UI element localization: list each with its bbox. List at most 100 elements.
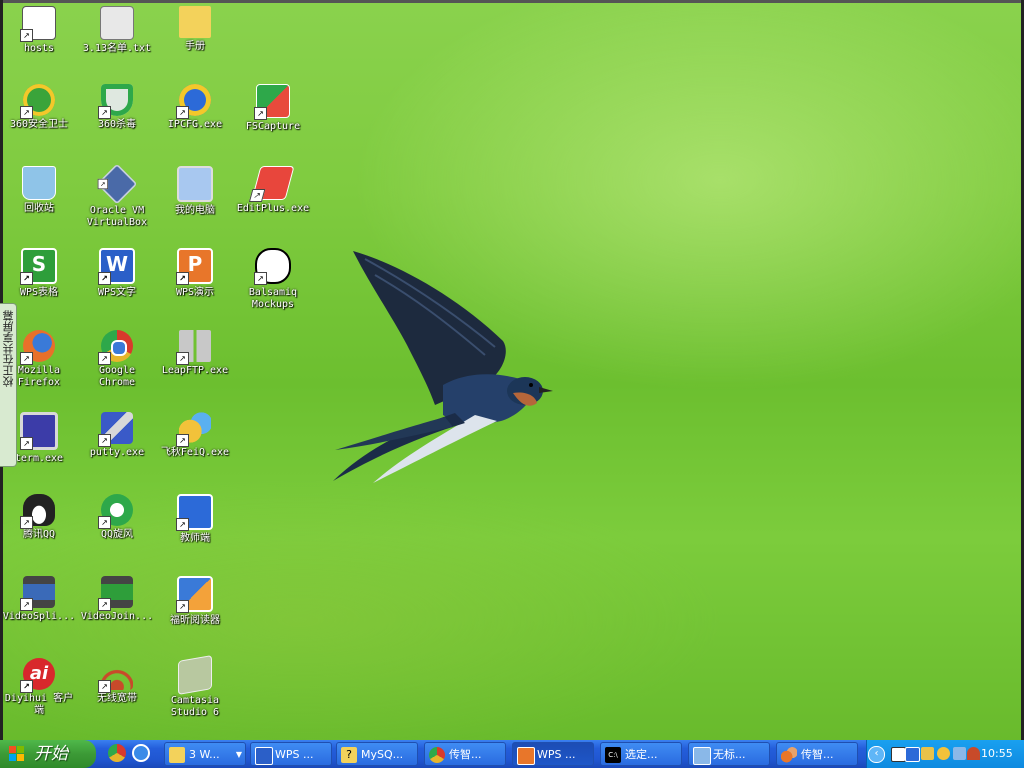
qq-whirlwind-icon: ↗: [98, 494, 133, 529]
desktop-icon-my-computer[interactable]: 我的电脑: [156, 166, 234, 217]
videojoiner-icon: ↗: [98, 576, 133, 611]
desktop-icon-qq-whirlwind[interactable]: ↗ QQ旋风: [78, 494, 156, 541]
360-antivirus-icon: ↗: [98, 84, 133, 119]
taskbar-item-label: 选定...: [625, 748, 658, 761]
desktop-icon-label: 飞秋FeiQ.exe: [160, 447, 230, 458]
camtasia-icon: [178, 655, 212, 695]
wps-spreadsheet-icon: S ↗: [20, 248, 57, 285]
desktop-icon-3-13-list[interactable]: 3.13名单.txt: [78, 6, 156, 55]
taskbar-item-label: WPS ...: [275, 748, 314, 761]
desktop-icon-virtualbox[interactable]: ↗ Oracle VM VirtualBox: [78, 163, 156, 229]
desktop-icon-recycle-bin[interactable]: 回收站: [0, 166, 78, 215]
desktop-icon-putty[interactable]: ↗ putty.exe: [78, 412, 156, 459]
screen-share-tab[interactable]: 校正在共享屏幕: [0, 303, 17, 467]
desktop-icon-label: WPS表格: [19, 287, 59, 298]
feiq-icon: ↗: [176, 412, 211, 447]
desktop-icon-label: WPS文字: [97, 287, 137, 298]
desktop-icon-360-safe[interactable]: ↗ 360安全卫士: [0, 84, 78, 131]
desktop-icon-hosts[interactable]: ↗ hosts: [0, 6, 78, 55]
my-computer-icon: [177, 166, 213, 202]
desktop-icon-label: 回收站: [24, 203, 54, 214]
desktop-icon-wireless-broadband[interactable]: ↗ 无线宽带: [78, 658, 156, 705]
desktop-icon-videosplitter[interactable]: ↗ VideoSpli...: [0, 576, 78, 623]
desktop-icon-camtasia[interactable]: Camtasia Studio 6: [156, 655, 234, 719]
desktop-icon-fscapture[interactable]: ↗ FSCapture: [234, 84, 312, 133]
desktop-icon-wps-writer[interactable]: W ↗ WPS文字: [78, 248, 156, 299]
desktop-icon-label: VideoJoin...: [80, 611, 154, 622]
quicklaunch-ie-icon[interactable]: [132, 744, 150, 762]
desktop-icon-teacher-client[interactable]: ↗ 教师端: [156, 494, 234, 545]
balsamiq-icon: ↗: [254, 248, 291, 285]
desktop-icon-label: QQ旋风: [100, 529, 134, 540]
desktop-icon-label: 手册: [185, 41, 205, 52]
chevron-down-icon: ▼: [235, 750, 242, 759]
folder-icon: [169, 747, 185, 763]
taskbar-item-wps-presentation[interactable]: WPS ...: [512, 742, 594, 766]
wps-presentation-icon: P ↗: [176, 248, 213, 285]
taskbar-item-wps-writer[interactable]: WPS ...: [250, 742, 332, 766]
taskbar-item-label: MySQ...: [361, 748, 404, 761]
tray-film-icon[interactable]: [891, 747, 906, 762]
taskbar-item-explorer[interactable]: 3 W... ▼: [164, 742, 246, 766]
taskbar-item-notepad[interactable]: 无标...: [688, 742, 770, 766]
firefox-icon: ↗: [20, 330, 55, 365]
taskbar-clock[interactable]: 10:55: [981, 740, 1013, 768]
wireless-broadband-icon: ↗: [98, 658, 133, 693]
virtualbox-icon: ↗: [96, 163, 138, 205]
desktop-icon-label: 教师端: [180, 533, 210, 544]
desktop-icon-label: Google Chrome: [98, 365, 136, 388]
desktop-icon-foxit-reader[interactable]: ↗ 福昕阅读器: [156, 576, 234, 627]
desktop-icon-label: 我的电脑: [175, 205, 215, 216]
desktop-icon-label: 3.13名单.txt: [82, 43, 152, 54]
window-top-border: [0, 0, 1024, 3]
tray-keyboard-icon[interactable]: [921, 747, 934, 760]
tray-teacher-icon[interactable]: [905, 747, 920, 762]
taskbar-item-chrome[interactable]: 传智...: [424, 742, 506, 766]
desktop-icon-feiq[interactable]: ↗ 飞秋FeiQ.exe: [156, 412, 234, 459]
tray-feiq-icon[interactable]: [937, 747, 950, 760]
desktop-icon-label: Camtasia Studio 6: [170, 695, 220, 718]
desktop-icon-label: IPCFG.exe: [167, 119, 223, 130]
taskbar-item-label: WPS ...: [537, 748, 576, 761]
desktop-icon-diyihui[interactable]: ai ↗ Diyihui 客户 端: [0, 658, 78, 717]
taskbar-item-cmd[interactable]: C:\ 选定...: [600, 742, 682, 766]
desktop-icon-leapftp[interactable]: ↗ LeapFTP.exe: [156, 330, 234, 377]
foxit-reader-icon: ↗: [176, 576, 213, 613]
quicklaunch-chrome-icon[interactable]: [108, 744, 126, 762]
desktop-icon-label: 360安全卫士: [9, 119, 69, 130]
desktop-icon-label: LeapFTP.exe: [161, 365, 229, 376]
desktop-icon-ipcfg[interactable]: ↗ IPCFG.exe: [156, 84, 234, 131]
tray-expand-icon[interactable]: ‹: [868, 746, 885, 763]
taskbar-item-mysql-help[interactable]: ? MySQ...: [336, 742, 418, 766]
taskbar-item-feiq[interactable]: 传智...: [776, 742, 858, 766]
desktop-icon-label: EditPlus.exe: [236, 203, 310, 214]
desktop-icon-videojoiner[interactable]: ↗ VideoJoin...: [78, 576, 156, 623]
folder-icon: [179, 6, 211, 38]
start-label: 开始: [34, 744, 68, 764]
desktop-icon-wps-spreadsheet[interactable]: S ↗ WPS表格: [0, 248, 78, 299]
desktop-icon-balsamiq[interactable]: ↗ Balsamiq Mockups: [234, 248, 312, 311]
desktop-icon-label: FSCapture: [245, 121, 301, 132]
notepad-file-icon: [100, 6, 134, 40]
wps-writer-icon: W ↗: [98, 248, 135, 285]
desktop-icon-label: 360杀毒: [97, 119, 137, 130]
desktop-icon-label: Balsamiq Mockups: [248, 287, 298, 310]
teacher-client-icon: ↗: [176, 494, 213, 531]
taskbar-item-label: 无标...: [713, 748, 746, 761]
desktop-icon-qq[interactable]: ↗ 腾讯QQ: [0, 494, 78, 541]
start-button[interactable]: 开始: [0, 740, 96, 768]
desktop-icon-label: VideoSpli...: [2, 611, 76, 622]
desktop-icon-chrome[interactable]: ↗ Google Chrome: [78, 330, 156, 389]
tray-wireless-icon[interactable]: [967, 747, 980, 760]
desktop-icon-manual-folder[interactable]: 手册: [156, 6, 234, 53]
screen-share-label: 校正在共享屏幕: [2, 310, 15, 387]
desktop-icon-360-antivirus[interactable]: ↗ 360杀毒: [78, 84, 156, 131]
desktop-icon-editplus[interactable]: ↗ EditPlus.exe: [234, 166, 312, 215]
desktop-icon-wps-presentation[interactable]: P ↗ WPS演示: [156, 248, 234, 299]
recycle-bin-icon: [22, 166, 56, 200]
tray-network-icon[interactable]: [953, 747, 966, 760]
fscapture-icon: ↗: [254, 84, 290, 120]
desktop-icon-label: 腾讯QQ: [22, 529, 56, 540]
360-safe-icon: ↗: [20, 84, 55, 119]
desktop-icon-label: Oracle VM VirtualBox: [86, 205, 148, 228]
